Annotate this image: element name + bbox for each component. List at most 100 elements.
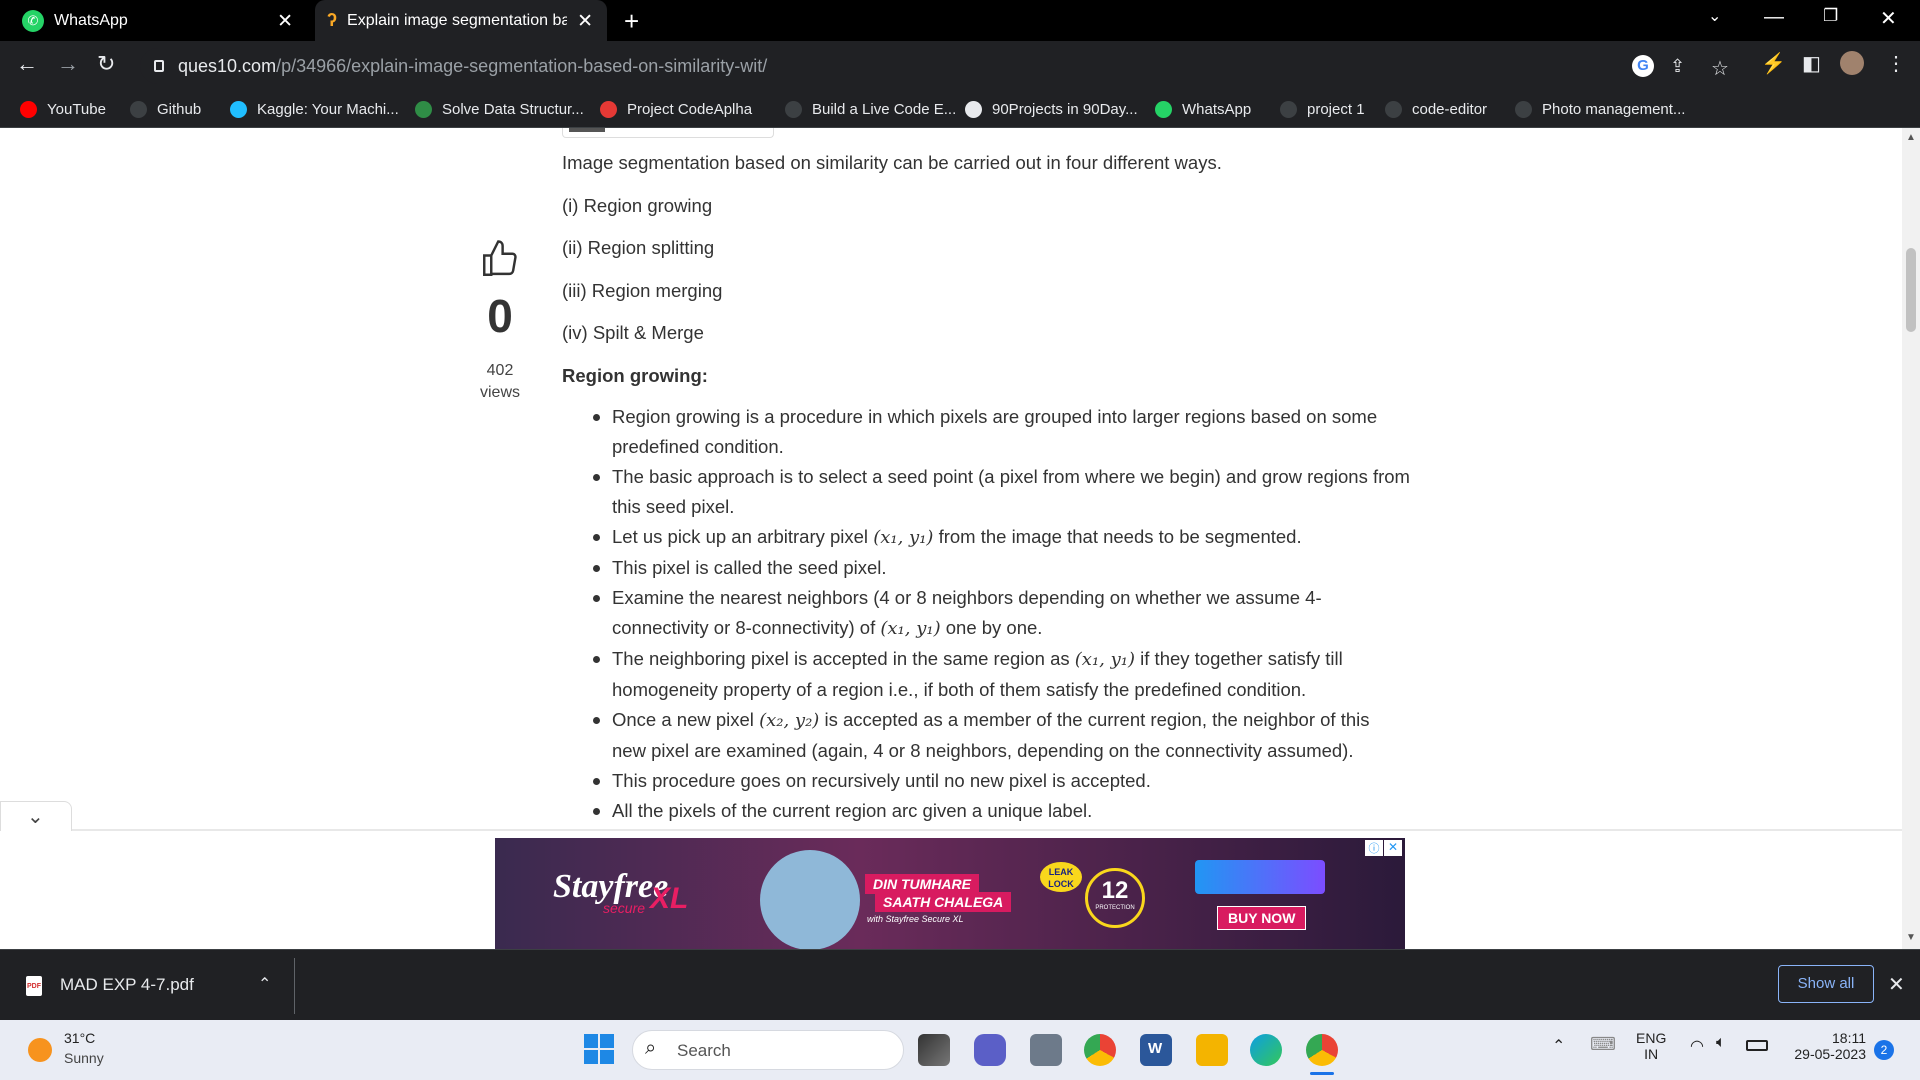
- bookmark-item[interactable]: Project CodeAplha: [600, 91, 752, 128]
- bullet-text: homogeneity property of a region i.e., i…: [612, 679, 1307, 700]
- bookmark-item[interactable]: Build a Live Code E...: [785, 91, 956, 128]
- clock[interactable]: 18:11 29-05-2023: [1788, 1030, 1866, 1062]
- tab-active[interactable]: ʔ Explain image segmentation base ✕: [315, 0, 607, 41]
- ad-brand-sub: secure: [603, 900, 646, 916]
- chrome-icon[interactable]: [1084, 1034, 1116, 1066]
- image-frame: [562, 128, 774, 138]
- google-lens-icon[interactable]: G: [1632, 55, 1654, 77]
- menu-kebab-icon[interactable]: ⋮: [1886, 51, 1906, 76]
- bookmark-label: WhatsApp: [1182, 101, 1252, 118]
- tab-whatsapp[interactable]: ✆ WhatsApp ✕: [12, 0, 307, 41]
- profile-avatar[interactable]: [1840, 51, 1864, 75]
- bookmark-item[interactable]: WhatsApp: [1155, 91, 1251, 128]
- volume-icon[interactable]: 🔈︎: [1716, 1034, 1726, 1052]
- close-window-button[interactable]: ✕: [1880, 6, 1897, 31]
- ad-tagline-1: DIN TUMHARE: [865, 874, 979, 894]
- scroll-up-arrow-icon[interactable]: ▲: [1906, 132, 1916, 143]
- share-icon[interactable]: ⇪: [1670, 56, 1685, 77]
- page-content: 0 402 views Image segmentation based on …: [0, 128, 1902, 949]
- math-expression: (x₂, y₂): [759, 710, 820, 731]
- bullet-list: Region growing is a procedure in which p…: [562, 402, 1432, 826]
- bookmark-favicon-icon: [965, 101, 982, 118]
- ad-info-icon[interactable]: ⓘ: [1365, 840, 1383, 856]
- side-panel-icon[interactable]: ◧: [1802, 51, 1821, 76]
- method-item: (iii) Region merging: [562, 280, 723, 301]
- bookmark-item[interactable]: Kaggle: Your Machi...: [230, 91, 399, 128]
- bookmark-item[interactable]: 90Projects in 90Day...: [965, 91, 1138, 128]
- wifi-icon[interactable]: ◠: [1690, 1036, 1704, 1056]
- bullet-text: This procedure goes on recursively until…: [612, 770, 1151, 791]
- bullet-text: from the image that needs to be segmente…: [933, 526, 1302, 547]
- battery-icon[interactable]: [1746, 1040, 1768, 1051]
- teams-chat-icon[interactable]: [974, 1034, 1006, 1066]
- search-placeholder: Search: [677, 1041, 731, 1060]
- bookmark-item[interactable]: YouTube: [20, 91, 106, 128]
- collapse-ad-button[interactable]: ⌄: [0, 801, 72, 831]
- leak-lock-badge: LEAK LOCK: [1040, 862, 1082, 892]
- bullet-text: The basic approach is to select a seed p…: [612, 466, 1410, 487]
- weather-condition[interactable]: Sunny: [64, 1050, 104, 1066]
- chrome-profile-icon[interactable]: [1306, 1034, 1338, 1066]
- math-expression: (x₁, y₁): [1074, 649, 1136, 670]
- close-tab-icon[interactable]: ✕: [577, 10, 593, 33]
- ad-close-icon[interactable]: ✕: [1384, 840, 1402, 856]
- bookmark-item[interactable]: project 1: [1280, 91, 1365, 128]
- tray-chevron-up-icon[interactable]: ⌃: [1552, 1036, 1565, 1056]
- bookmark-item[interactable]: Photo management...: [1515, 91, 1685, 128]
- ad-model-image: [760, 850, 860, 949]
- weather-sun-icon[interactable]: [28, 1038, 52, 1062]
- address-bar[interactable]: ques10.com/p/34966/explain-image-segment…: [140, 48, 1729, 84]
- language-indicator[interactable]: ENG IN: [1636, 1030, 1666, 1062]
- download-filename[interactable]: MAD EXP 4-7.pdf: [60, 975, 194, 995]
- bookmark-star-icon[interactable]: ☆: [1711, 56, 1729, 81]
- edge-icon[interactable]: [1250, 1034, 1282, 1066]
- bookmark-item[interactable]: Github: [130, 91, 201, 128]
- list-item: Once a new pixel (x₂, y₂) is accepted as…: [562, 705, 1432, 766]
- taskbar-search[interactable]: ⌕ Search: [632, 1030, 904, 1070]
- ad-tagline-2: SAATH CHALEGA: [875, 892, 1012, 912]
- scroll-down-arrow-icon[interactable]: ▼: [1906, 932, 1916, 943]
- forward-button[interactable]: →: [57, 51, 79, 77]
- bookmark-label: Build a Live Code E...: [812, 101, 957, 118]
- chevron-up-icon[interactable]: ⌃: [258, 974, 271, 994]
- word-icon[interactable]: W: [1140, 1034, 1172, 1066]
- input-indicator-icon[interactable]: ⌨: [1590, 1034, 1616, 1055]
- notification-badge[interactable]: 2: [1874, 1040, 1894, 1060]
- bookmark-item[interactable]: Solve Data Structur...: [415, 91, 584, 128]
- restore-button[interactable]: ❐: [1823, 6, 1838, 26]
- bookmark-item[interactable]: code-editor: [1385, 91, 1487, 128]
- tab-title: Explain image segmentation base: [347, 11, 568, 29]
- advertisement[interactable]: Stayfree secure XL DIN TUMHARE SAATH CHA…: [495, 838, 1405, 949]
- close-downloads-icon[interactable]: ✕: [1888, 972, 1905, 997]
- minimize-button[interactable]: —: [1764, 6, 1784, 29]
- reload-button[interactable]: ↻: [97, 51, 115, 77]
- bookmark-label: Solve Data Structur...: [442, 101, 584, 118]
- scrollbar-thumb[interactable]: [1906, 248, 1916, 332]
- camera-icon[interactable]: [1030, 1034, 1062, 1066]
- back-button[interactable]: ←: [16, 51, 38, 77]
- weather-temp[interactable]: 31°C: [64, 1030, 95, 1046]
- extension-icon[interactable]: ⚡: [1761, 51, 1786, 76]
- list-item: Region growing is a procedure in which p…: [562, 402, 1432, 462]
- close-tab-icon[interactable]: ✕: [277, 10, 293, 33]
- method-item: (i) Region growing: [562, 195, 713, 216]
- tab-search-chevron-icon[interactable]: ⌄: [1708, 6, 1721, 26]
- tab-title: WhatsApp: [54, 11, 128, 29]
- show-all-button[interactable]: Show all: [1778, 965, 1874, 1003]
- section-heading: Region growing:: [562, 365, 708, 386]
- thumbs-up-icon[interactable]: [460, 238, 540, 286]
- vote-panel: 0 402 views: [460, 238, 540, 404]
- bookmark-favicon-icon: [130, 101, 147, 118]
- ad-brand-xl: XL: [650, 882, 689, 915]
- url-text[interactable]: ques10.com/p/34966/explain-image-segment…: [178, 56, 767, 77]
- task-view-icon[interactable]: [918, 1034, 950, 1066]
- buy-now-button[interactable]: BUY NOW: [1217, 906, 1307, 930]
- new-tab-button[interactable]: +: [624, 6, 639, 37]
- image-fragment: [569, 128, 605, 132]
- bookmark-favicon-icon: [415, 101, 432, 118]
- vertical-scrollbar[interactable]: ▲ ▼: [1902, 128, 1920, 949]
- windows-start-icon[interactable]: [584, 1034, 616, 1066]
- bookmark-favicon-icon: [785, 101, 802, 118]
- ques10-favicon: ʔ: [327, 10, 338, 30]
- file-explorer-icon[interactable]: [1196, 1034, 1228, 1066]
